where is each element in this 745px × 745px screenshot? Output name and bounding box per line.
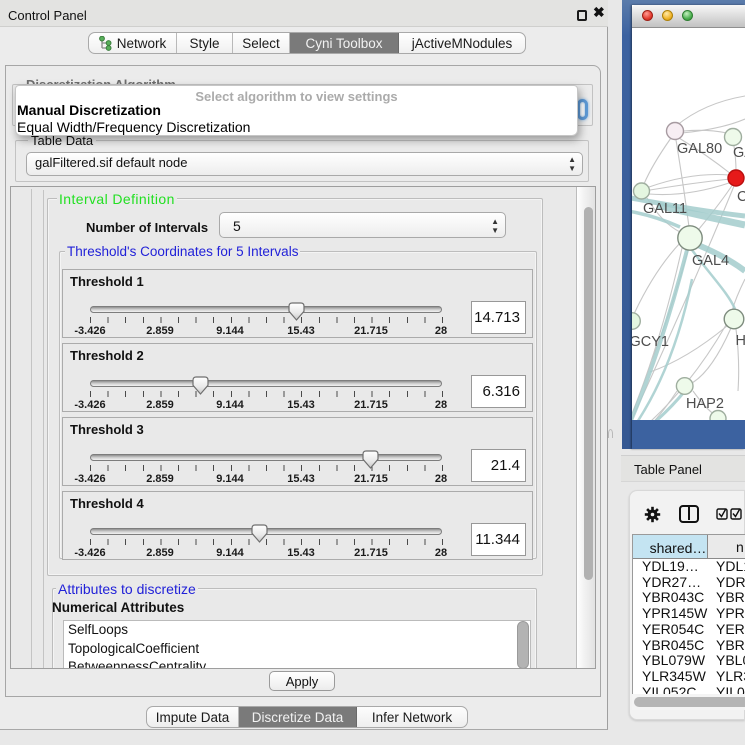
svg-text:HAP2: HAP2 <box>686 396 724 412</box>
svg-text:C: C <box>737 189 745 205</box>
svg-text:GAL80: GAL80 <box>677 141 722 157</box>
svg-text:GAL11: GAL11 <box>643 201 687 217</box>
svg-text:H: H <box>736 333 745 349</box>
svg-text:GA: GA <box>733 145 745 161</box>
svg-text:GAL4: GAL4 <box>692 253 729 269</box>
svg-text:GCY1: GCY1 <box>632 334 669 350</box>
